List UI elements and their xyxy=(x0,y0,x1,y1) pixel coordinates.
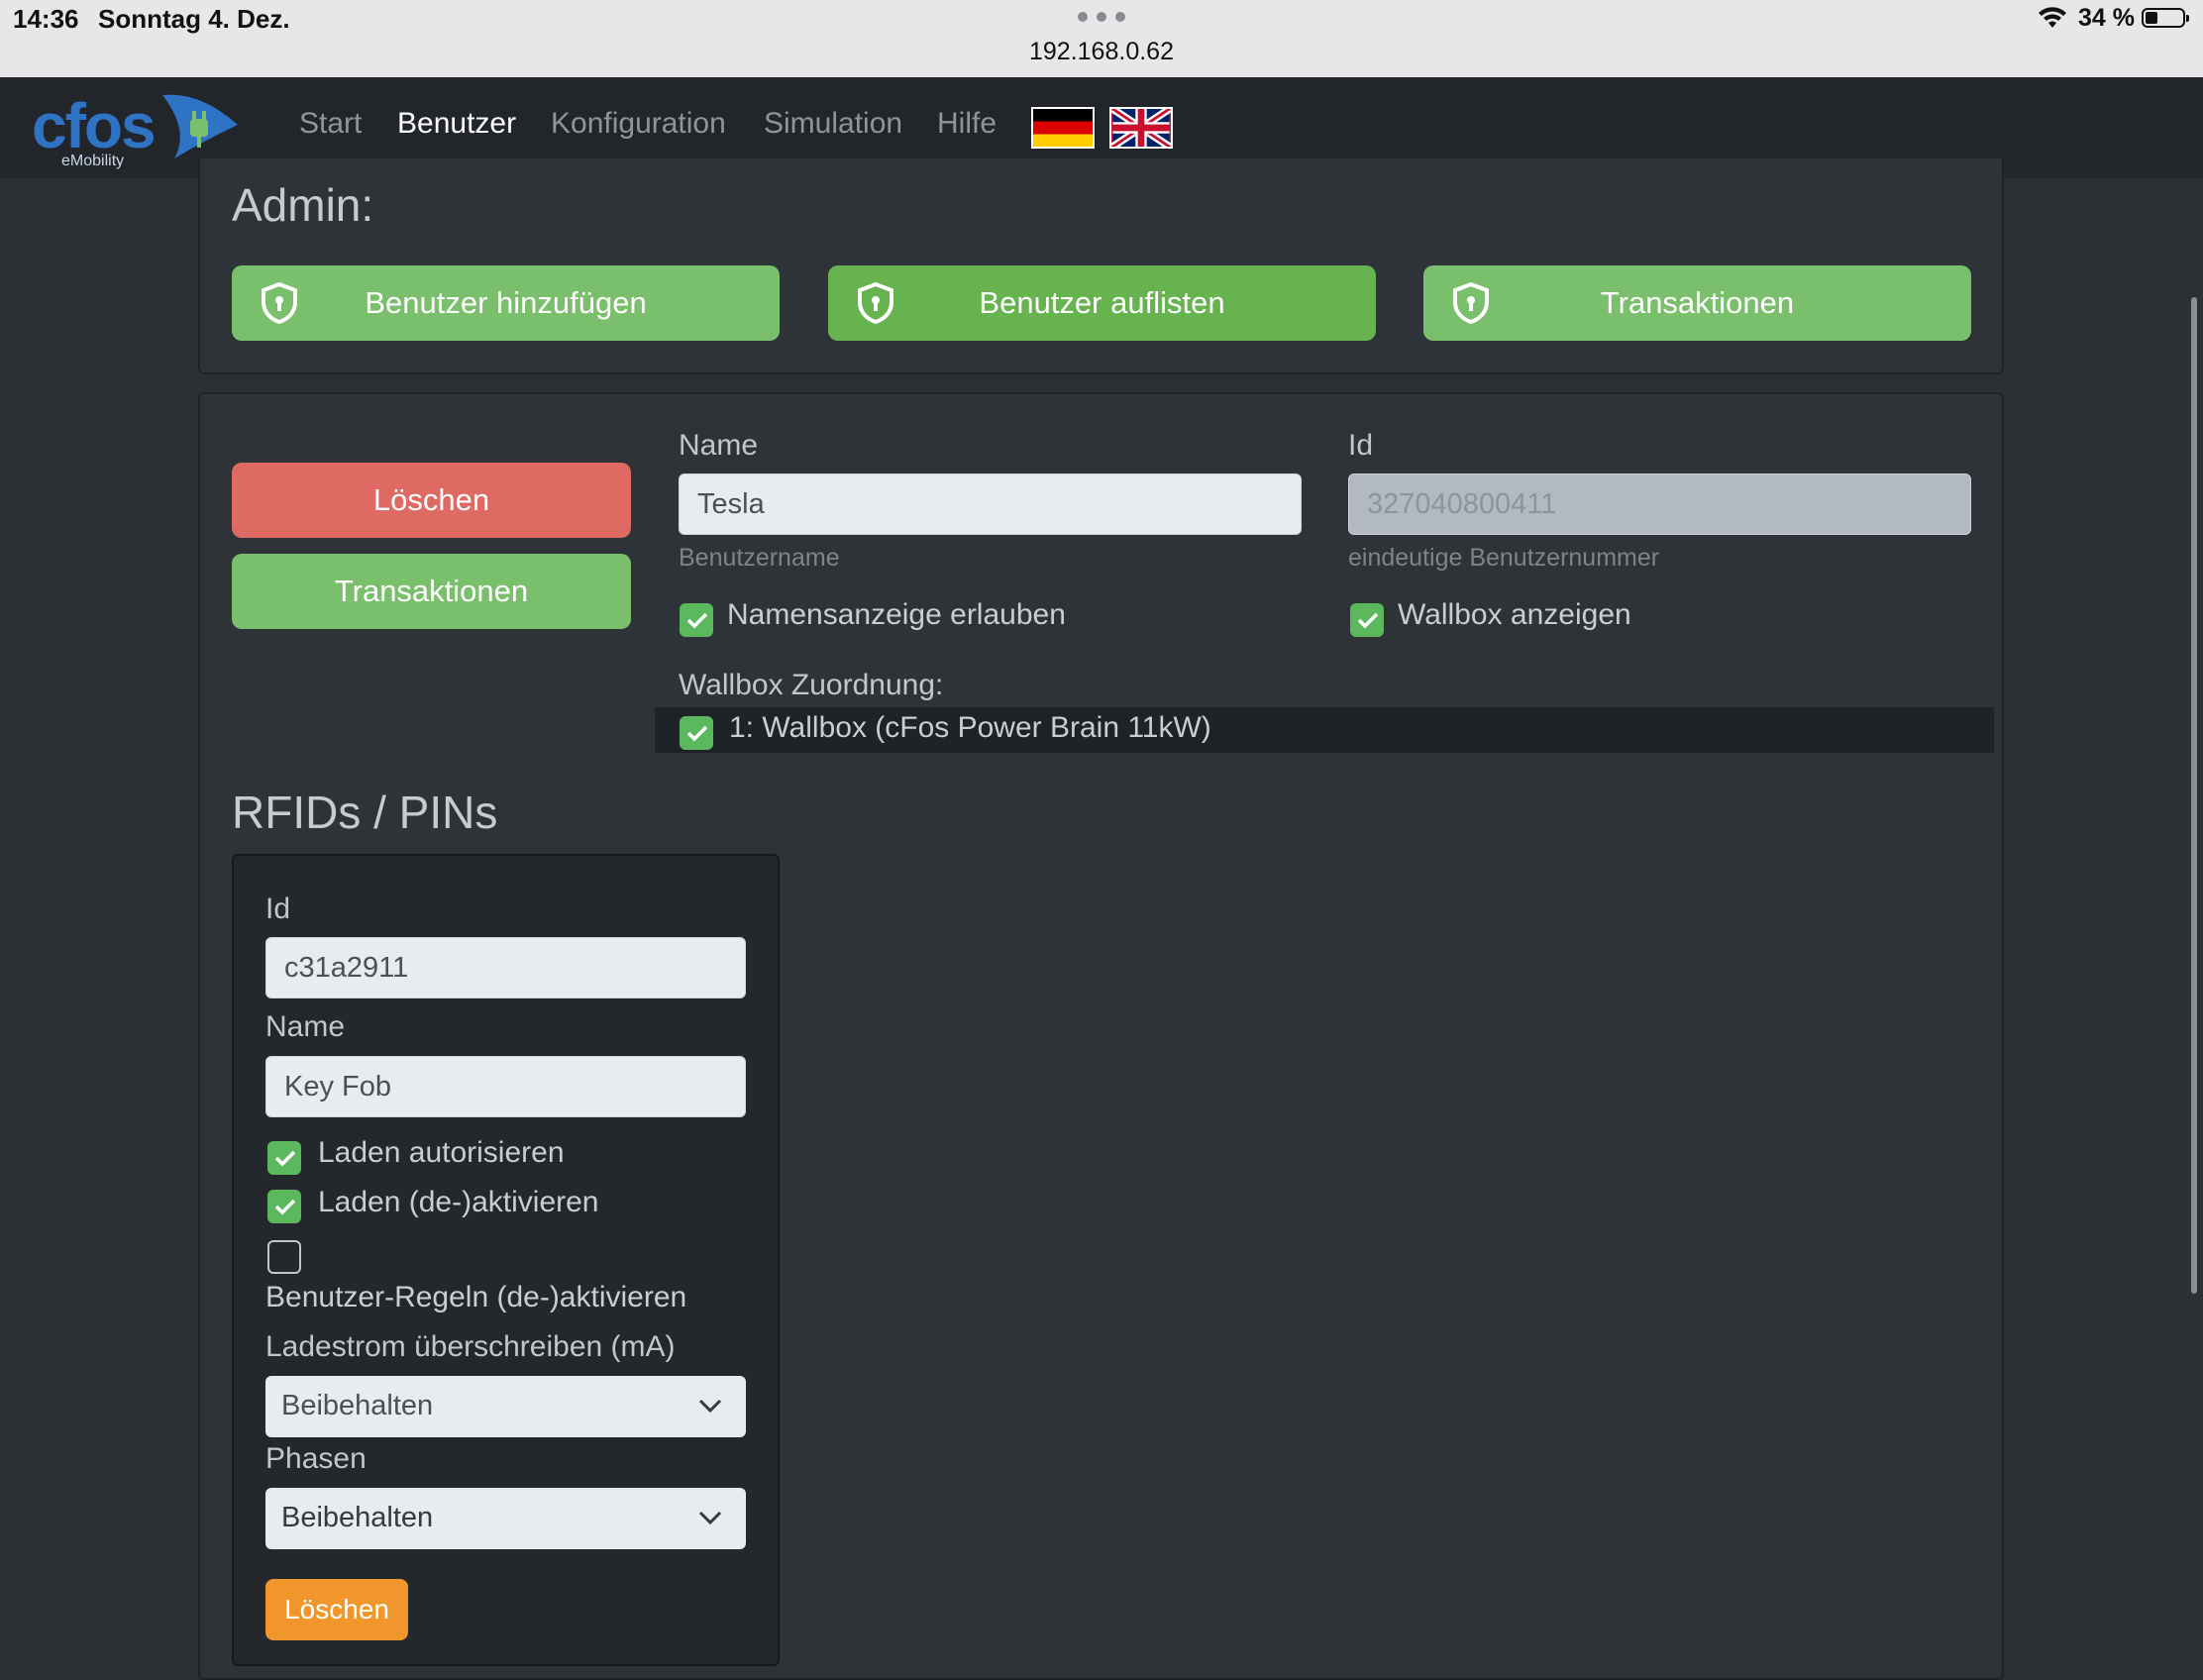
delete-user-label: Löschen xyxy=(372,482,490,517)
nav-simulation[interactable]: Simulation xyxy=(764,107,902,141)
user-id-hint: eindeutige Benutzernummer xyxy=(1348,544,1660,572)
admin-transactions-label: Transaktionen xyxy=(1600,285,1795,320)
user-rules-checkbox[interactable] xyxy=(267,1240,301,1274)
authorize-charging-label: Laden autorisieren xyxy=(318,1136,565,1169)
battery-percent: 34 % xyxy=(2078,4,2135,32)
shield-icon xyxy=(1453,281,1489,325)
checkmark-icon xyxy=(1357,612,1379,629)
logo-wordmark: cfos xyxy=(32,90,157,161)
checkmark-icon xyxy=(274,1199,296,1215)
user-transactions-button[interactable]: Transaktionen xyxy=(232,554,631,629)
wallbox-item-label: 1: Wallbox (cFos Power Brain 11kW) xyxy=(729,711,1211,744)
logo-subtitle: eMobility xyxy=(61,153,125,169)
checkmark-icon xyxy=(686,725,708,742)
show-wallbox-checkbox[interactable] xyxy=(1350,603,1384,637)
show-wallbox-label: Wallbox anzeigen xyxy=(1398,598,1631,631)
rfids-heading: RFIDs / PINs xyxy=(232,787,498,838)
checkmark-icon xyxy=(274,1150,296,1167)
allow-name-display-label: Namensanzeige erlauben xyxy=(727,598,1066,631)
wallbox-assignment-label: Wallbox Zuordnung: xyxy=(679,669,944,701)
admin-transactions-button[interactable]: Transaktionen xyxy=(1423,265,1971,341)
current-override-select[interactable]: Beibehalten xyxy=(265,1376,746,1437)
list-users-label: Benutzer auflisten xyxy=(979,285,1225,320)
status-date: Sonntag 4. Dez. xyxy=(98,4,290,34)
delete-rfid-button[interactable]: Löschen xyxy=(265,1579,408,1640)
admin-heading: Admin: xyxy=(232,179,374,231)
phases-label: Phasen xyxy=(265,1442,367,1475)
rfid-name-input[interactable] xyxy=(265,1056,746,1117)
status-bar: 14:36 Sonntag 4. Dez. 192.168.0.62 34 % xyxy=(0,0,2203,77)
nav-hilfe[interactable]: Hilfe xyxy=(937,107,997,141)
shield-icon xyxy=(262,281,297,325)
nav-benutzer[interactable]: Benutzer xyxy=(397,107,516,141)
rfid-name-label: Name xyxy=(265,1010,346,1043)
plug-icon xyxy=(162,94,238,158)
current-override-value: Beibehalten xyxy=(281,1390,434,1421)
user-name-label: Name xyxy=(679,429,759,462)
user-name-hint: Benutzername xyxy=(679,544,840,572)
german-flag-icon[interactable] xyxy=(1031,107,1095,149)
user-rules-label: Benutzer-Regeln (de-)aktivieren xyxy=(265,1281,687,1313)
checkmark-icon xyxy=(686,612,708,629)
nav-start[interactable]: Start xyxy=(299,107,362,141)
chevron-down-icon xyxy=(698,1399,722,1414)
uk-flag-icon[interactable] xyxy=(1109,107,1173,149)
user-id-label: Id xyxy=(1348,429,1374,462)
user-name-input[interactable] xyxy=(679,473,1302,535)
toggle-charging-checkbox[interactable] xyxy=(267,1190,301,1223)
rfid-id-label: Id xyxy=(265,892,291,925)
delete-user-button[interactable]: Löschen xyxy=(232,463,631,538)
battery-icon xyxy=(2142,8,2189,28)
rfid-id-input[interactable] xyxy=(265,937,746,998)
toggle-charging-label: Laden (de-)aktivieren xyxy=(318,1186,599,1218)
user-id-input xyxy=(1348,473,1971,535)
add-user-label: Benutzer hinzufügen xyxy=(365,285,647,320)
wallbox-item-checkbox[interactable] xyxy=(680,716,713,750)
nav-konfiguration[interactable]: Konfiguration xyxy=(551,107,726,141)
shield-icon xyxy=(858,281,893,325)
authorize-charging-checkbox[interactable] xyxy=(267,1141,301,1175)
current-override-label: Ladestrom überschreiben (mA) xyxy=(265,1330,676,1363)
multitasking-dots-icon[interactable] xyxy=(1078,12,1125,24)
user-transactions-label: Transaktionen xyxy=(334,574,529,608)
add-user-button[interactable]: Benutzer hinzufügen xyxy=(232,265,780,341)
status-time: 14:36 xyxy=(13,4,79,34)
wifi-icon xyxy=(2039,7,2066,28)
phases-value: Beibehalten xyxy=(281,1502,434,1533)
list-users-button[interactable]: Benutzer auflisten xyxy=(828,265,1376,341)
page-scrollbar[interactable] xyxy=(2191,297,2197,1294)
chevron-down-icon xyxy=(698,1511,722,1525)
address-bar-url[interactable]: 192.168.0.62 xyxy=(0,38,2203,66)
phases-select[interactable]: Beibehalten xyxy=(265,1488,746,1549)
allow-name-display-checkbox[interactable] xyxy=(680,603,713,637)
